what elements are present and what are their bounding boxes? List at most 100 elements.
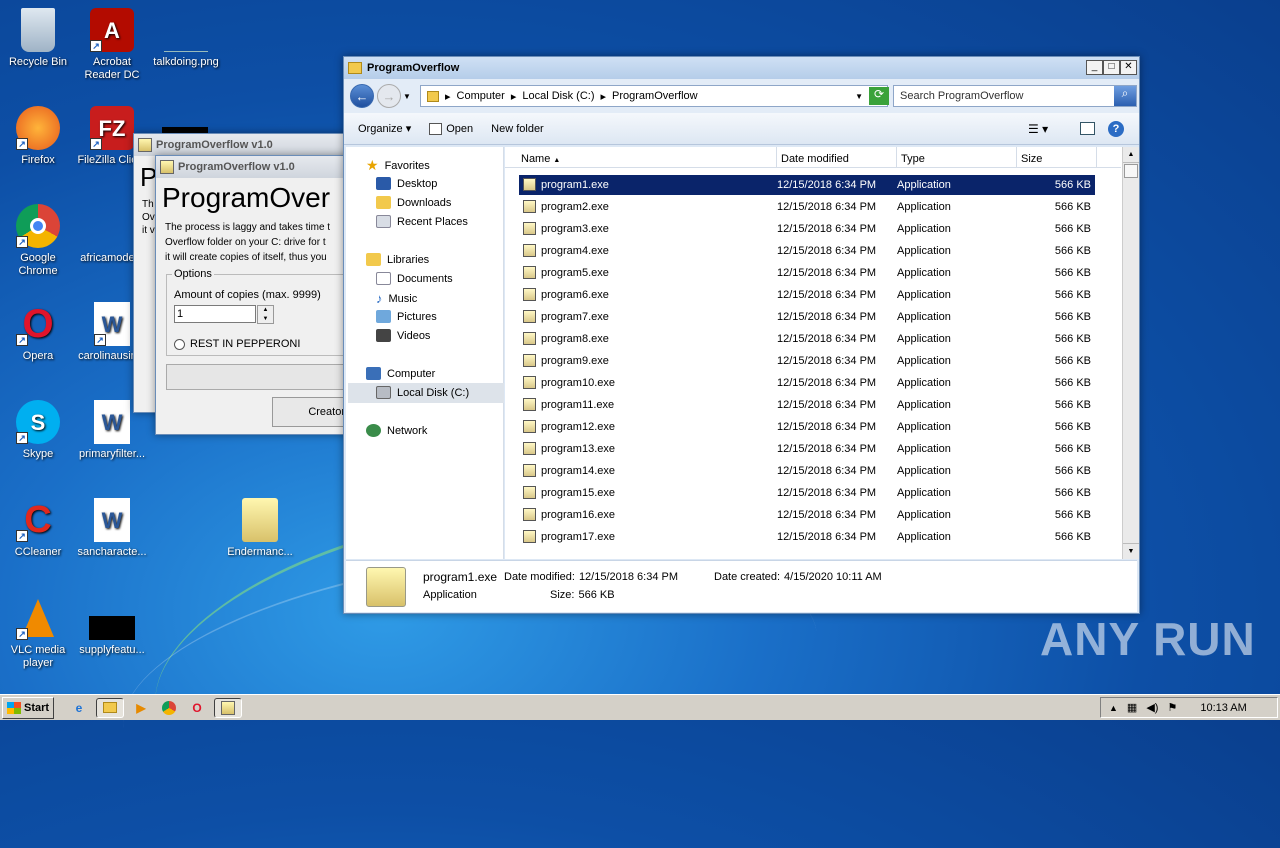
flag-icon[interactable]: ⚑ xyxy=(1167,701,1177,714)
nav-computer[interactable]: Computer xyxy=(366,367,435,380)
copies-input[interactable] xyxy=(174,305,256,323)
table-row[interactable]: program2.exe 12/15/2018 6:34 PM Applicatio… xyxy=(519,197,1095,217)
desktop-icon-chrome[interactable]: ↗ Google Chrome xyxy=(0,204,76,278)
clock[interactable]: 10:13 AM xyxy=(1200,702,1246,714)
desktop-icon-endermanc[interactable]: Endermanc... xyxy=(222,498,298,559)
chrome-taskbar-icon[interactable] xyxy=(158,698,180,718)
ie-icon[interactable]: e xyxy=(68,698,90,718)
scroll-thumb[interactable] xyxy=(1124,164,1138,178)
search-icon[interactable]: ⌕ xyxy=(1114,86,1136,106)
nav-label: Documents xyxy=(397,272,453,285)
copies-stepper[interactable]: ▲ ▼ xyxy=(257,305,274,324)
table-row[interactable]: program7.exe 12/15/2018 6:34 PM Applicatio… xyxy=(519,307,1095,327)
title-bar[interactable]: ProgramOverflow v1.0 xyxy=(134,134,372,156)
table-row[interactable]: program17.exe 12/15/2018 6:34 PM Applicati… xyxy=(519,527,1095,547)
desktop-icon-acrobat[interactable]: A ↗ Acrobat Reader DC xyxy=(74,8,150,82)
volume-icon[interactable]: ◀) xyxy=(1146,701,1158,714)
nav-desktop[interactable]: Desktop xyxy=(376,177,437,190)
scroll-up-button[interactable]: ▲ xyxy=(1123,147,1139,163)
nav-network[interactable]: Network xyxy=(366,424,427,437)
table-row[interactable]: program11.exe 12/15/2018 6:34 PM Applicati… xyxy=(519,395,1095,415)
explorer-window[interactable]: ProgramOverflow _ □ ✕ ← → ▼ ▸ Computer ▸… xyxy=(343,56,1140,614)
breadcrumb-computer[interactable]: Computer xyxy=(457,90,505,102)
table-row[interactable]: program3.exe 12/15/2018 6:34 PM Applicatio… xyxy=(519,219,1095,239)
breadcrumb-programoverflow[interactable]: ProgramOverflow xyxy=(612,90,698,102)
column-header: Name ▲ Date modified Type Size xyxy=(505,147,1121,168)
view-options-icon[interactable]: ☰ ▾ xyxy=(1028,122,1048,136)
vertical-scrollbar[interactable]: ▲ ▼ xyxy=(1122,147,1139,559)
file-name: program11.exe xyxy=(519,398,777,411)
preview-pane-icon[interactable] xyxy=(1080,122,1095,135)
desktop-icon-label: sancharacte... xyxy=(77,546,147,558)
table-row[interactable]: program14.exe 12/15/2018 6:34 PM Applicati… xyxy=(519,461,1095,481)
table-row[interactable]: program8.exe 12/15/2018 6:34 PM Applicatio… xyxy=(519,329,1095,349)
maximize-button[interactable]: □ xyxy=(1103,60,1120,75)
word-doc-icon: W ↗ xyxy=(94,302,130,346)
search-input[interactable]: Search ProgramOverflow ⌕ xyxy=(893,85,1137,107)
nav-local-disk[interactable]: Local Disk (C:) xyxy=(376,386,469,399)
opera-taskbar-icon[interactable]: O xyxy=(186,698,208,718)
explorer-taskbar-button[interactable] xyxy=(96,697,124,718)
nav-libraries[interactable]: Libraries xyxy=(366,253,429,266)
nav-downloads[interactable]: Downloads xyxy=(376,196,451,209)
table-row[interactable]: program13.exe 12/15/2018 6:34 PM Applicati… xyxy=(519,439,1095,459)
nav-videos[interactable]: Videos xyxy=(376,329,430,342)
recycle-bin-icon xyxy=(21,8,55,52)
desktop-icon-ccleaner[interactable]: C ↗ CCleaner xyxy=(0,498,76,559)
file-type: Application xyxy=(897,421,951,433)
table-row[interactable]: program5.exe 12/15/2018 6:34 PM Applicatio… xyxy=(519,263,1095,283)
chevron-down-icon[interactable]: ▼ xyxy=(855,92,863,101)
file-type: Application xyxy=(897,399,951,411)
address-bar[interactable]: ▸ Computer ▸ Local Disk (C:) ▸ ProgramOv… xyxy=(420,85,889,107)
table-row[interactable]: program4.exe 12/15/2018 6:34 PM Applicatio… xyxy=(519,241,1095,261)
title-bar[interactable]: ProgramOverflow xyxy=(344,57,1139,79)
desktop-icon-supplyfeatu[interactable]: supplyfeatu... xyxy=(74,596,150,657)
open-button[interactable]: Open xyxy=(429,122,473,135)
network-tray-icon[interactable]: ▦ xyxy=(1127,701,1137,714)
desktop-icon-skype[interactable]: S ↗ Skype xyxy=(0,400,76,461)
file-type: Application xyxy=(897,201,951,213)
start-button[interactable]: Start xyxy=(2,696,54,719)
breadcrumb-local-disk[interactable]: Local Disk (C:) xyxy=(522,90,594,102)
help-icon[interactable]: ? xyxy=(1108,120,1124,137)
show-hidden-icons-icon[interactable]: ▲ xyxy=(1109,703,1118,713)
desktop-icon-talkdoing[interactable]: talkdoing.png xyxy=(148,8,224,69)
table-row[interactable]: program15.exe 12/15/2018 6:34 PM Applicati… xyxy=(519,483,1095,503)
programoverflow-taskbar-button[interactable] xyxy=(214,697,242,718)
nav-pictures[interactable]: Pictures xyxy=(376,310,437,323)
table-row[interactable]: program6.exe 12/15/2018 6:34 PM Applicatio… xyxy=(519,285,1095,305)
media-player-icon[interactable]: ▶ xyxy=(130,698,152,718)
radio-rest-in-pepperoni[interactable]: REST IN PEPPERONI xyxy=(174,338,300,350)
nav-favorites[interactable]: ★ Favorites xyxy=(366,157,430,174)
desktop-icon-recycle-bin[interactable]: Recycle Bin xyxy=(0,8,76,69)
nav-music[interactable]: ♪ Music xyxy=(376,291,417,306)
column-name[interactable]: Name ▲ xyxy=(505,147,777,168)
column-date-modified[interactable]: Date modified xyxy=(777,147,897,168)
refresh-icon[interactable]: ⟳ xyxy=(869,87,889,105)
new-folder-button[interactable]: New folder xyxy=(491,123,544,135)
scroll-down-button[interactable]: ▼ xyxy=(1123,543,1139,559)
table-row[interactable]: program12.exe 12/15/2018 6:34 PM Applicati… xyxy=(519,417,1095,437)
chevron-down-icon[interactable]: ▼ xyxy=(403,92,411,101)
nav-recent-places[interactable]: Recent Places xyxy=(376,215,468,228)
file-name-text: program5.exe xyxy=(541,267,609,279)
table-row[interactable]: program10.exe 12/15/2018 6:34 PM Applicati… xyxy=(519,373,1095,393)
desktop-icon-vlc[interactable]: ↗ VLC media player xyxy=(0,596,76,670)
table-row[interactable]: program1.exe 12/15/2018 6:34 PM Applicatio… xyxy=(519,175,1095,195)
file-type: Application xyxy=(897,267,951,279)
nav-documents[interactable]: Documents xyxy=(376,272,453,285)
table-row[interactable]: program9.exe 12/15/2018 6:34 PM Applicatio… xyxy=(519,351,1095,371)
column-size[interactable]: Size xyxy=(1017,147,1097,168)
organize-button[interactable]: Organize ▾ xyxy=(358,122,411,135)
minimize-button[interactable]: _ xyxy=(1086,60,1103,75)
close-button[interactable]: ✕ xyxy=(1120,60,1137,75)
table-row[interactable]: program16.exe 12/15/2018 6:34 PM Applicati… xyxy=(519,505,1095,525)
exe-file-icon xyxy=(523,486,536,499)
desktop-icon-sancharacte[interactable]: W sancharacte... xyxy=(74,498,150,559)
column-type[interactable]: Type xyxy=(897,147,1017,168)
desktop-icon-opera[interactable]: O ↗ Opera xyxy=(0,302,76,363)
forward-button[interactable]: → xyxy=(377,84,401,108)
exe-file-icon xyxy=(523,398,536,411)
back-button[interactable]: ← xyxy=(350,84,374,108)
desktop-icon-firefox[interactable]: ↗ Firefox xyxy=(0,106,76,167)
